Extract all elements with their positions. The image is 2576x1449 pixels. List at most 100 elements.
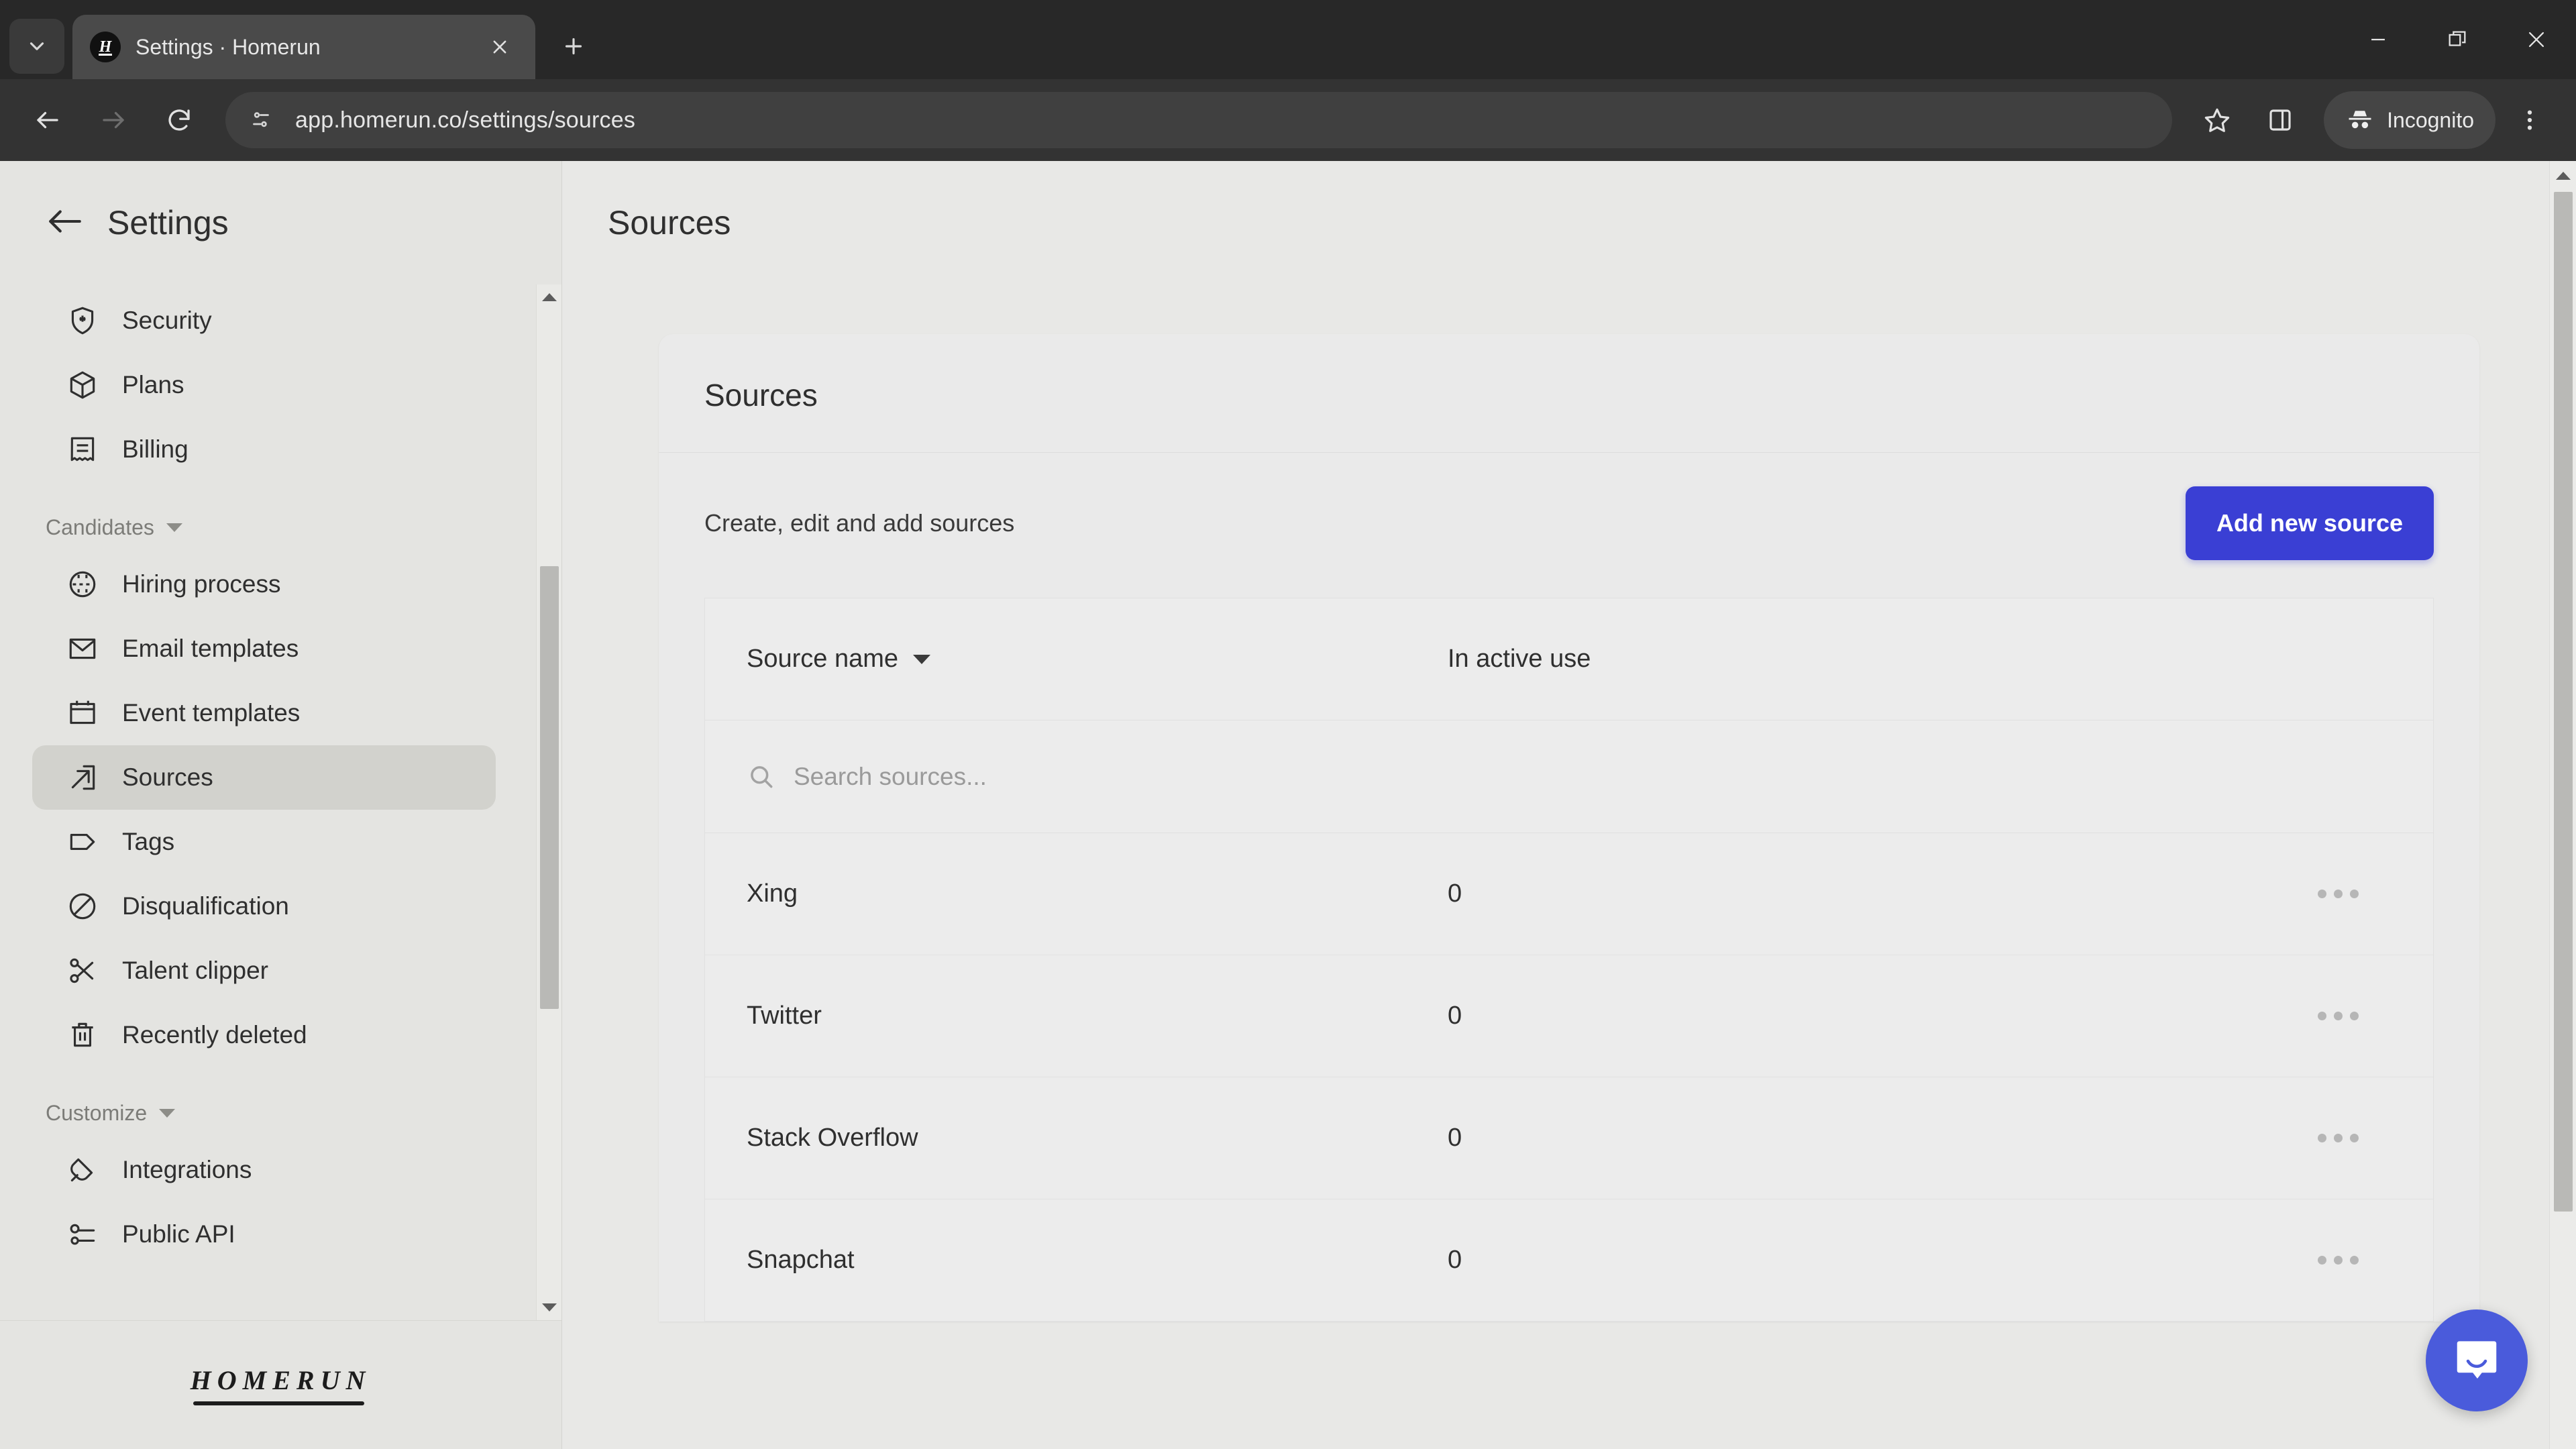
- arrow-right-icon: [103, 111, 124, 129]
- sidebar-scroll-up-button[interactable]: [537, 284, 561, 310]
- sidebar-item-hiring-process[interactable]: Hiring process: [32, 552, 496, 616]
- window-close-button[interactable]: [2497, 0, 2576, 79]
- tab-search-button[interactable]: [9, 19, 64, 74]
- source-name: Stack Overflow: [747, 1124, 918, 1152]
- api-key-icon: [66, 1218, 99, 1251]
- page-title: Sources: [608, 204, 731, 241]
- browser-tab[interactable]: H Settings · Homerun: [72, 15, 535, 79]
- sidebar-item-plans[interactable]: Plans: [32, 353, 496, 417]
- card-subtitle: Create, edit and add sources: [704, 509, 1015, 537]
- forward-button[interactable]: [83, 90, 144, 150]
- page-scroll-thumb[interactable]: [2554, 192, 2573, 1212]
- chat-bubble-icon: [2457, 1341, 2497, 1379]
- arrow-left-icon: [49, 209, 81, 233]
- receipt-icon: [66, 433, 99, 466]
- sidebar-item-event-templates[interactable]: Event templates: [32, 681, 496, 745]
- settings-sidebar: Settings Security Plans Billing Candidat…: [0, 161, 562, 1449]
- in-active-use-value: 0: [1448, 1002, 1462, 1030]
- row-menu-button[interactable]: [2284, 890, 2392, 898]
- sidebar-group-customize[interactable]: Customize: [0, 1067, 523, 1138]
- page-scroll-up-button[interactable]: [2550, 161, 2576, 191]
- row-menu-button[interactable]: [2284, 1256, 2392, 1265]
- arrow-out-box-icon: [66, 761, 99, 794]
- back-button[interactable]: [17, 90, 78, 150]
- sidebar-item-integrations[interactable]: Integrations: [32, 1138, 496, 1202]
- sidebar-title: Settings: [107, 204, 229, 241]
- table-row[interactable]: Xing 0: [705, 833, 2433, 955]
- sidebar-item-label: Billing: [122, 435, 189, 463]
- table-row[interactable]: Stack Overflow 0: [705, 1077, 2433, 1199]
- sidebar-scroll-down-button[interactable]: [537, 1295, 561, 1320]
- main-content: Sources Sources Create, edit and add sou…: [562, 161, 2576, 1449]
- favicon-letter: H: [99, 38, 112, 56]
- side-panel-icon: [2269, 109, 2291, 131]
- minimize-button[interactable]: [2339, 0, 2418, 79]
- three-dots-horizontal-icon: [2317, 1256, 2326, 1265]
- sidebar-item-email-templates[interactable]: Email templates: [32, 616, 496, 681]
- sidebar-item-label: Disqualification: [122, 892, 289, 920]
- intercom-chat-button[interactable]: [2426, 1309, 2528, 1411]
- page-scrollbar[interactable]: [2549, 161, 2576, 1449]
- three-dots-vertical-icon: [2527, 110, 2532, 130]
- table-header: Source name In active use: [705, 598, 2433, 720]
- sidebar-item-public-api[interactable]: Public API: [32, 1202, 496, 1267]
- sidebar-scrollbar[interactable]: [536, 284, 561, 1320]
- reload-button[interactable]: [149, 90, 209, 150]
- sidebar-item-tags[interactable]: Tags: [32, 810, 496, 874]
- sidebar-item-sources[interactable]: Sources: [32, 745, 496, 810]
- sidebar-item-disqualification[interactable]: Disqualification: [32, 874, 496, 938]
- sidebar-item-label: Public API: [122, 1220, 235, 1248]
- flow-circle-icon: [66, 568, 99, 601]
- sidebar-item-billing[interactable]: Billing: [32, 417, 496, 482]
- three-dots-horizontal-icon: [2317, 1134, 2326, 1142]
- table-row[interactable]: Snapchat 0: [705, 1199, 2433, 1322]
- search-input[interactable]: [794, 762, 2392, 791]
- address-bar[interactable]: app.homerun.co/settings/sources: [225, 92, 2173, 148]
- table-row[interactable]: Twitter 0: [705, 955, 2433, 1077]
- site-info-button[interactable]: [243, 102, 279, 138]
- sidebar-group-candidates[interactable]: Candidates: [0, 482, 523, 552]
- page-settings-icon: [253, 112, 269, 127]
- arrow-left-icon: [37, 111, 58, 129]
- sidebar-item-recently-deleted[interactable]: Recently deleted: [32, 1003, 496, 1067]
- incognito-label: Incognito: [2387, 107, 2474, 132]
- plus-icon: [565, 38, 582, 55]
- page-viewport: Settings Security Plans Billing Candidat…: [0, 161, 2576, 1449]
- bookmark-button[interactable]: [2188, 91, 2246, 149]
- triangle-down-icon: [541, 1303, 557, 1311]
- in-active-use-value: 0: [1448, 879, 1462, 908]
- close-icon: [2528, 32, 2544, 48]
- sidebar-group-label: Candidates: [46, 515, 154, 539]
- maximize-button[interactable]: [2418, 0, 2497, 79]
- reload-icon: [168, 109, 190, 131]
- sidebar-back-button[interactable]: [46, 202, 85, 244]
- incognito-icon: [2349, 111, 2371, 129]
- sources-card: Sources Create, edit and add sources Add…: [659, 334, 2479, 1322]
- favicon: H: [90, 32, 121, 62]
- browser-menu-button[interactable]: [2501, 91, 2559, 149]
- sidebar-scroll-thumb[interactable]: [540, 566, 559, 1009]
- sidebar-item-security[interactable]: Security: [32, 288, 496, 353]
- sidebar-item-label: Email templates: [122, 635, 299, 662]
- new-tab-button[interactable]: [550, 23, 597, 70]
- column-header-source-name[interactable]: Source name: [747, 645, 1448, 674]
- incognito-indicator[interactable]: Incognito: [2324, 91, 2496, 149]
- caret-down-icon: [913, 654, 931, 664]
- source-name: Twitter: [747, 1002, 822, 1030]
- three-dots-horizontal-icon: [2317, 890, 2326, 898]
- add-new-source-button[interactable]: Add new source: [2185, 486, 2434, 560]
- sidebar-item-talent-clipper[interactable]: Talent clipper: [32, 938, 496, 1003]
- tab-close-button[interactable]: [482, 29, 518, 65]
- side-panel-button[interactable]: [2251, 91, 2309, 149]
- tag-icon: [66, 825, 99, 859]
- url-text: app.homerun.co/settings/sources: [295, 107, 636, 133]
- in-active-use-value: 0: [1448, 1246, 1462, 1274]
- homerun-logo: HOMERUN: [191, 1364, 372, 1405]
- no-entry-icon: [66, 890, 99, 923]
- browser-toolbar: app.homerun.co/settings/sources Incognit…: [0, 79, 2576, 161]
- scissors-icon: [66, 954, 99, 987]
- tab-strip: H Settings · Homerun: [0, 0, 2576, 79]
- row-menu-button[interactable]: [2284, 1134, 2392, 1142]
- sidebar-item-label: Event templates: [122, 699, 301, 727]
- row-menu-button[interactable]: [2284, 1012, 2392, 1020]
